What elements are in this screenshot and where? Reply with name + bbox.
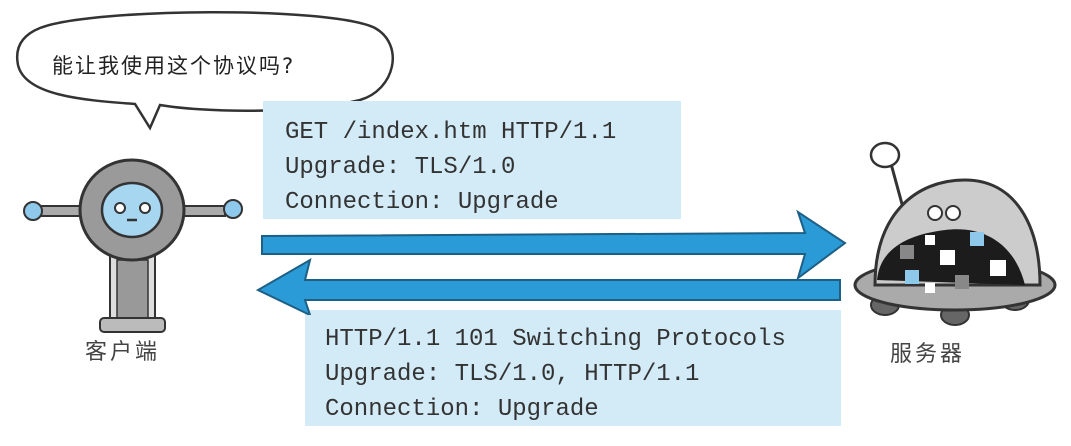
request-arrow <box>261 209 847 281</box>
server-label: 服务器 <box>890 342 966 367</box>
client-robot-icon <box>23 158 243 333</box>
response-header-upgrade: Upgrade: TLS/1.0, HTTP/1.1 <box>325 361 700 388</box>
arrows <box>255 209 847 315</box>
speech-bubble-text: 能让我使用这个协议吗? <box>52 54 296 78</box>
response-arrow <box>255 257 841 315</box>
request-line: GET /index.htm HTTP/1.1 <box>285 119 617 146</box>
request-header-upgrade: Upgrade: TLS/1.0 <box>285 154 516 181</box>
client-label: 客户端 <box>85 340 161 365</box>
server-robot-icon <box>853 141 1057 326</box>
response-message-box: HTTP/1.1 101 Switching Protocols Upgrade… <box>305 310 841 426</box>
response-header-connection: Connection: Upgrade <box>325 396 599 423</box>
response-status-line: HTTP/1.1 101 Switching Protocols <box>325 326 786 353</box>
